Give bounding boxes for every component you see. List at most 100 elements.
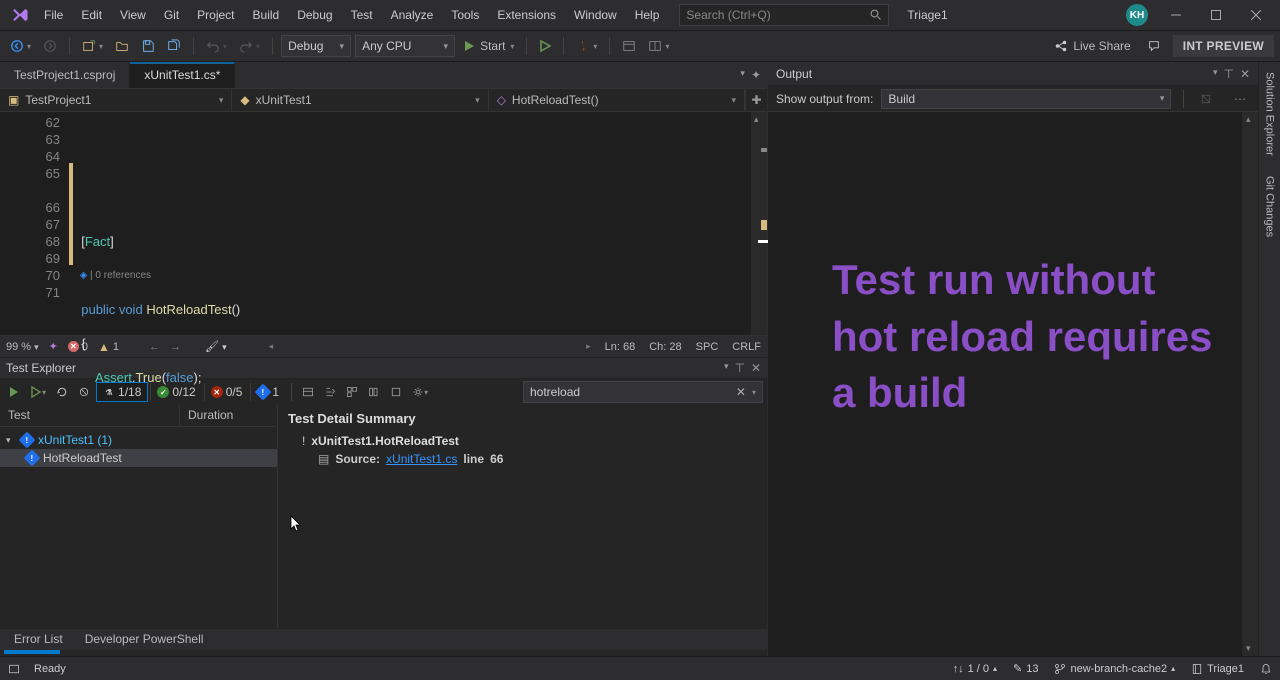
notrun-icon: !	[24, 450, 41, 467]
annotation-overlay: Test run without hot reload requires a b…	[832, 252, 1218, 422]
config-dropdown[interactable]: Debug▾	[281, 35, 351, 57]
status-branch[interactable]: new-branch-cache2▴	[1054, 663, 1175, 675]
rail-solution-explorer[interactable]: Solution Explorer	[1264, 68, 1276, 160]
menu-debug[interactable]: Debug	[289, 4, 340, 26]
open-file-button[interactable]	[111, 37, 133, 55]
nav-class-dropdown[interactable]: ◆ xUnitTest1 ▾	[232, 89, 488, 111]
test-tree-item[interactable]: ! HotReloadTest	[0, 449, 277, 467]
source-file-link[interactable]: xUnitTest1.cs	[386, 452, 457, 466]
save-all-button[interactable]	[163, 37, 185, 55]
nav-method-label: HotReloadTest()	[512, 93, 599, 107]
undo-button[interactable]: ▾	[202, 37, 231, 55]
code-area[interactable]: [Fact] ◈ | 0 references public void HotR…	[74, 112, 751, 335]
close-button[interactable]	[1236, 1, 1276, 29]
nav-fwd-button[interactable]	[39, 37, 61, 55]
browser-link-button[interactable]	[618, 37, 640, 55]
header-test[interactable]: Test	[0, 405, 180, 426]
show-output-label: Show output from:	[776, 92, 873, 106]
user-avatar[interactable]: KH	[1126, 4, 1148, 26]
zoom-level[interactable]: 99 % ▾	[6, 341, 39, 353]
menu-project[interactable]: Project	[189, 4, 242, 26]
title-bar: FileEditViewGitProjectBuildDebugTestAnal…	[0, 0, 1280, 30]
output-wrap-button[interactable]: ⋯	[1230, 90, 1250, 108]
menu-build[interactable]: Build	[245, 4, 288, 26]
navigation-bar: ▣ TestProject1 ▾ ◆ xUnitTest1 ▾ ◇ HotRel…	[0, 88, 767, 112]
menu-tools[interactable]: Tools	[443, 4, 487, 26]
status-bar: Ready ↑↓1 / 0▴ ✎13 new-branch-cache2▴ Tr…	[0, 656, 1280, 680]
method-icon: ◇	[497, 93, 506, 107]
tab-settings-icon[interactable]: ✦	[751, 68, 761, 82]
int-preview-badge: INT PREVIEW	[1173, 35, 1274, 57]
output-body[interactable]: Test run without hot reload requires a b…	[768, 112, 1258, 656]
project-icon: ▣	[8, 93, 19, 107]
redo-button[interactable]: ▾	[235, 37, 264, 55]
live-share-button[interactable]: Live Share	[1050, 37, 1134, 55]
status-changes[interactable]: ✎13	[1013, 662, 1038, 675]
status-ready-icon	[8, 663, 20, 675]
start-button[interactable]: Start ▾	[459, 37, 518, 55]
status-ready: Ready	[34, 663, 66, 675]
repo-icon	[1191, 663, 1203, 675]
doc-tab-csproj[interactable]: TestProject1.csproj	[0, 62, 130, 88]
status-notifications[interactable]	[1260, 663, 1272, 675]
output-source-dropdown[interactable]: Build ▾	[881, 89, 1171, 109]
new-project-button[interactable]: ▾	[78, 37, 107, 55]
run-button[interactable]: ▾	[26, 384, 50, 400]
editor-scrollbar[interactable]: ▴	[751, 112, 767, 335]
feedback-button[interactable]	[1143, 37, 1165, 55]
codelens-test-icon[interactable]: ◈	[80, 270, 88, 281]
source-label: Source:	[335, 452, 380, 466]
menu-edit[interactable]: Edit	[73, 4, 110, 26]
search-dropdown-icon[interactable]: ▾	[752, 388, 756, 397]
save-button[interactable]	[137, 37, 159, 55]
menu-git[interactable]: Git	[156, 4, 187, 26]
source-line: 66	[490, 452, 503, 466]
notrun-icon: !	[302, 434, 305, 448]
test-group-label: xUnitTest1 (1)	[38, 433, 112, 447]
nav-back-button[interactable]: ▾	[6, 37, 35, 55]
nav-project-dropdown[interactable]: ▣ TestProject1 ▾	[0, 89, 232, 111]
tab-overflow-icon[interactable]: ▾	[740, 68, 745, 82]
code-editor[interactable]: 62636465 666768697071 [Fact] ◈ | 0 refer…	[0, 112, 767, 335]
rail-git-changes[interactable]: Git Changes	[1264, 172, 1276, 241]
platform-value: Any CPU	[362, 39, 411, 53]
menu-window[interactable]: Window	[566, 4, 625, 26]
panel-close-icon[interactable]: ✕	[1240, 67, 1250, 81]
start-noattach-button[interactable]	[535, 38, 555, 54]
codelens-refs[interactable]: 0 references	[95, 270, 151, 281]
status-nav[interactable]: ↑↓1 / 0▴	[953, 663, 997, 675]
hot-reload-button[interactable]: ▾	[572, 37, 601, 55]
layout-button[interactable]: ▾	[644, 37, 673, 55]
panel-dropdown-icon[interactable]: ▾	[1213, 67, 1218, 81]
minimize-button[interactable]	[1156, 1, 1196, 29]
panel-pin-icon[interactable]: ⊤	[1223, 67, 1233, 81]
panel-close-icon[interactable]: ✕	[751, 361, 761, 375]
menu-view[interactable]: View	[112, 4, 154, 26]
nav-split-button[interactable]: ✚	[745, 89, 767, 111]
status-repo[interactable]: Triage1	[1191, 663, 1244, 675]
nav-method-dropdown[interactable]: ◇ HotReloadTest() ▾	[489, 89, 745, 111]
menu-test[interactable]: Test	[343, 4, 381, 26]
maximize-button[interactable]	[1196, 1, 1236, 29]
menu-help[interactable]: Help	[627, 4, 668, 26]
run-all-button[interactable]	[4, 384, 24, 400]
quick-search[interactable]: Search (Ctrl+Q)	[679, 4, 889, 26]
test-tree-group[interactable]: ▾ ! xUnitTest1 (1)	[0, 431, 277, 449]
health-icon[interactable]: ✦	[49, 340, 58, 353]
platform-dropdown[interactable]: Any CPU▾	[355, 35, 455, 57]
doc-tab-xunit[interactable]: xUnitTest1.cs*	[130, 62, 235, 88]
repeat-button[interactable]	[52, 384, 72, 400]
tab-dev-powershell[interactable]: Developer PowerShell	[75, 630, 214, 650]
output-scrollbar[interactable]: ▴ ▾	[1242, 112, 1258, 656]
output-clear-button[interactable]	[1196, 91, 1216, 107]
test-tree[interactable]: ▾ ! xUnitTest1 (1) ! HotReloadTest	[0, 427, 277, 628]
header-duration[interactable]: Duration	[180, 405, 241, 426]
test-tree-headers: Test Duration	[0, 405, 277, 427]
menu-file[interactable]: File	[36, 4, 71, 26]
menu-analyze[interactable]: Analyze	[383, 4, 442, 26]
menu-extensions[interactable]: Extensions	[489, 4, 564, 26]
pencil-icon: ✎	[1013, 662, 1022, 675]
bell-icon	[1260, 663, 1272, 675]
bottom-tab-well: Error List Developer PowerShell	[0, 628, 767, 650]
tab-error-list[interactable]: Error List	[4, 630, 73, 650]
